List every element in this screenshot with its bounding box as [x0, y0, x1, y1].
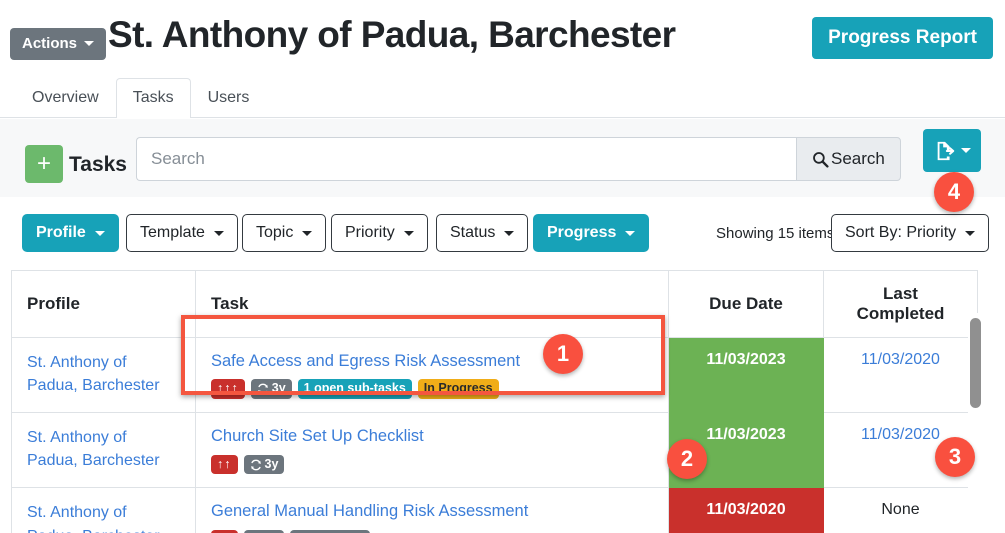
filter-priority-label: Priority [345, 225, 395, 241]
filter-bar: Profile Template Topic Priority Status P… [0, 214, 1005, 254]
table-scrollbar-thumb[interactable] [970, 318, 981, 408]
table-header-row: Profile Task Due Date Last Completed [12, 271, 978, 338]
export-button[interactable] [923, 129, 981, 172]
file-export-icon [934, 140, 956, 162]
sort-by-dropdown[interactable]: Sort By: Priority [831, 214, 989, 252]
showing-items-count: Showing 15 items [716, 225, 834, 242]
profile-link[interactable]: St. Anthony of Padua, Barchester [27, 501, 180, 533]
chevron-down-icon [214, 231, 224, 236]
filter-topic-label: Topic [256, 225, 293, 241]
table-row: St. Anthony of Padua, Barchester Church … [12, 413, 978, 488]
add-task-button[interactable]: + [25, 145, 63, 183]
filter-progress-label: Progress [547, 225, 616, 241]
actions-button[interactable]: Actions [10, 28, 106, 60]
last-completed-link[interactable]: 11/03/2020 [861, 351, 940, 368]
tab-bar: Overview Tasks Users [0, 78, 1005, 118]
cell-task: Safe Access and Egress Risk Assessment ↑… [196, 338, 669, 413]
cell-task: General Manual Handling Risk Assessment … [196, 488, 669, 533]
task-link[interactable]: Safe Access and Egress Risk Assessment [211, 351, 520, 372]
cell-profile: St. Anthony of Padua, Barchester [12, 338, 196, 413]
annotation-marker-4: 4 [934, 172, 974, 212]
last-completed-link[interactable]: 11/03/2020 [861, 426, 940, 443]
annotation-marker-1: 1 [543, 334, 583, 374]
chevron-down-icon [404, 231, 414, 236]
chevron-down-icon [625, 231, 635, 236]
frequency-badge: 3y [251, 379, 292, 399]
cell-last-completed: 11/03/2020 [824, 338, 978, 413]
search-button-label: Search [831, 149, 885, 169]
filter-profile-label: Profile [36, 225, 86, 241]
cell-due-date: 11/03/2023 [669, 338, 824, 413]
chevron-down-icon [961, 148, 971, 153]
column-header-task[interactable]: Task [196, 271, 669, 338]
frequency-badge: 3y [244, 455, 285, 475]
chevron-down-icon [504, 231, 514, 236]
chevron-down-icon [84, 41, 94, 46]
page-title: St. Anthony of Padua, Barchester [108, 14, 675, 56]
search-group: Search [136, 137, 901, 181]
chevron-down-icon [95, 231, 105, 236]
last-completed-value: None [881, 501, 919, 518]
cell-task: Church Site Set Up Checklist ↑↑ 3y [196, 413, 669, 488]
toolbar-section-label: Tasks [69, 153, 127, 177]
search-input[interactable] [136, 137, 796, 181]
magnifier-icon [812, 151, 829, 168]
priority-badge: ↑↑↑ [211, 379, 245, 399]
profile-link[interactable]: St. Anthony of Padua, Barchester [27, 351, 180, 397]
task-badges: ↑↑ 3y [211, 455, 653, 475]
progress-report-button[interactable]: Progress Report [812, 17, 993, 59]
subtasks-badge: 1 open sub-tasks [298, 379, 412, 399]
table-row: St. Anthony of Padua, Barchester General… [12, 488, 978, 533]
tasks-table-container: Profile Task Due Date Last Completed St.… [11, 270, 994, 533]
recurrence-icon [250, 459, 262, 471]
column-header-profile[interactable]: Profile [12, 271, 196, 338]
filter-template-label: Template [140, 225, 205, 241]
recurrence-icon [257, 383, 269, 395]
filter-status[interactable]: Status [436, 214, 528, 252]
search-button[interactable]: Search [796, 137, 901, 181]
column-header-last-completed[interactable]: Last Completed [824, 271, 978, 338]
task-badges: ↑↑↑ 3y 1 open sub-tasks In Progress [211, 379, 653, 399]
tab-overview[interactable]: Overview [15, 78, 116, 117]
chevron-down-icon [965, 231, 975, 236]
filter-status-label: Status [450, 225, 495, 241]
column-header-due-date[interactable]: Due Date [669, 271, 824, 338]
sort-by-label: Sort By: Priority [845, 224, 956, 242]
plus-icon: + [37, 150, 51, 177]
table-row: St. Anthony of Padua, Barchester Safe Ac… [12, 338, 978, 413]
cell-profile: St. Anthony of Padua, Barchester [12, 413, 196, 488]
frequency-badge-label: 3y [272, 382, 286, 396]
chevron-down-icon [302, 231, 312, 236]
annotation-marker-3: 3 [935, 437, 975, 477]
page-header: Actions St. Anthony of Padua, Barchester… [0, 0, 1005, 76]
tab-tasks[interactable]: Tasks [116, 78, 191, 117]
tab-users[interactable]: Users [191, 78, 267, 117]
annotation-marker-2: 2 [667, 439, 707, 479]
frequency-badge-label: 3y [265, 458, 279, 472]
cell-due-date: 11/03/2020 [669, 488, 824, 533]
filter-template[interactable]: Template [126, 214, 238, 252]
cell-profile: St. Anthony of Padua, Barchester [12, 488, 196, 533]
filter-profile[interactable]: Profile [22, 214, 119, 252]
profile-link[interactable]: St. Anthony of Padua, Barchester [27, 426, 180, 472]
priority-badge: ↑↑ [211, 455, 238, 475]
filter-topic[interactable]: Topic [242, 214, 326, 252]
tasks-table: Profile Task Due Date Last Completed St.… [11, 270, 978, 533]
cell-last-completed: None [824, 488, 978, 533]
task-link[interactable]: General Manual Handling Risk Assessment [211, 501, 528, 522]
filter-priority[interactable]: Priority [331, 214, 428, 252]
task-link[interactable]: Church Site Set Up Checklist [211, 426, 424, 447]
status-badge: In Progress [418, 379, 499, 399]
filter-progress[interactable]: Progress [533, 214, 649, 252]
actions-button-label: Actions [22, 36, 77, 51]
